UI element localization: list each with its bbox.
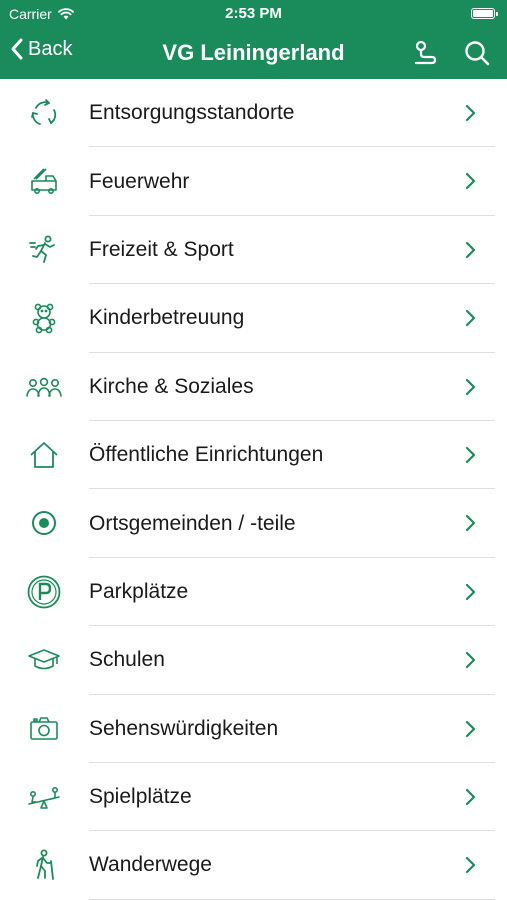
list-item-label: Parkplätze (89, 579, 189, 603)
hiker-icon (25, 846, 63, 884)
fire-truck-icon (25, 162, 63, 200)
list-item-label: Sehenswürdigkeiten (89, 716, 279, 740)
location-dot-icon (25, 504, 63, 542)
list-item-label: Öffentliche Einrichtungen (89, 443, 324, 467)
chevron-right-icon (465, 720, 476, 737)
people-group-icon (25, 368, 63, 406)
list-item[interactable]: Spielplätze (0, 763, 507, 832)
navigation-bar: Back VG Leiningerland (0, 28, 507, 79)
list-item-label: Schulen (89, 648, 165, 672)
top-bar: Carrier 2:53 PM Back VG Leiningerland (0, 0, 507, 79)
list-item-label: Ortsgemeinden / -teile (89, 511, 296, 535)
list-item[interactable]: Schulen (0, 626, 507, 695)
list-item[interactable]: Freizeit & Sport (0, 216, 507, 285)
chevron-right-icon (465, 515, 476, 532)
category-list: Entsorgungsstandorte Feuerwehr Freizeit … (0, 79, 507, 900)
list-item[interactable]: Ortsgemeinden / -teile (0, 489, 507, 558)
graduation-cap-icon (25, 641, 63, 679)
list-item[interactable]: Entsorgungsstandorte (0, 79, 507, 148)
list-item[interactable]: Öffentliche Einrichtungen (0, 421, 507, 490)
list-item[interactable]: Kirche & Soziales (0, 353, 507, 421)
list-item-label: Spielplätze (89, 785, 192, 809)
status-bar: Carrier 2:53 PM (0, 0, 507, 28)
chevron-right-icon (465, 241, 476, 258)
chevron-right-icon (465, 173, 476, 190)
chevron-right-icon (465, 378, 476, 395)
chevron-right-icon (465, 583, 476, 600)
teddy-bear-icon (25, 299, 63, 337)
list-item[interactable]: Kinderbetreuung (0, 284, 507, 353)
camera-icon (25, 710, 63, 748)
list-item-label: Entsorgungsstandorte (89, 101, 295, 125)
list-item[interactable]: Parkplätze (0, 558, 507, 627)
list-item-label: Feuerwehr (89, 169, 190, 193)
list-item[interactable]: Feuerwehr (0, 147, 507, 216)
list-item-label: Freizeit & Sport (89, 237, 234, 261)
chevron-right-icon (465, 104, 476, 122)
list-item[interactable]: Wanderwege (0, 831, 507, 900)
list-item[interactable]: Sehenswürdigkeiten (0, 695, 507, 763)
seesaw-icon (25, 778, 63, 816)
search-icon[interactable] (462, 38, 492, 68)
parking-icon (25, 573, 63, 611)
list-item-label: Kirche & Soziales (89, 374, 254, 398)
chevron-right-icon (465, 788, 476, 806)
list-item-label: Wanderwege (89, 853, 212, 877)
route-icon[interactable] (410, 38, 440, 68)
battery-icon (471, 8, 498, 19)
list-item-label: Kinderbetreuung (89, 306, 245, 330)
recycle-icon (25, 94, 63, 132)
chevron-right-icon (465, 652, 476, 669)
chevron-right-icon (465, 310, 476, 327)
chevron-right-icon (465, 446, 476, 464)
house-icon (25, 436, 63, 474)
clock: 2:53 PM (225, 5, 282, 22)
runner-icon (25, 231, 63, 269)
chevron-right-icon (465, 857, 476, 874)
